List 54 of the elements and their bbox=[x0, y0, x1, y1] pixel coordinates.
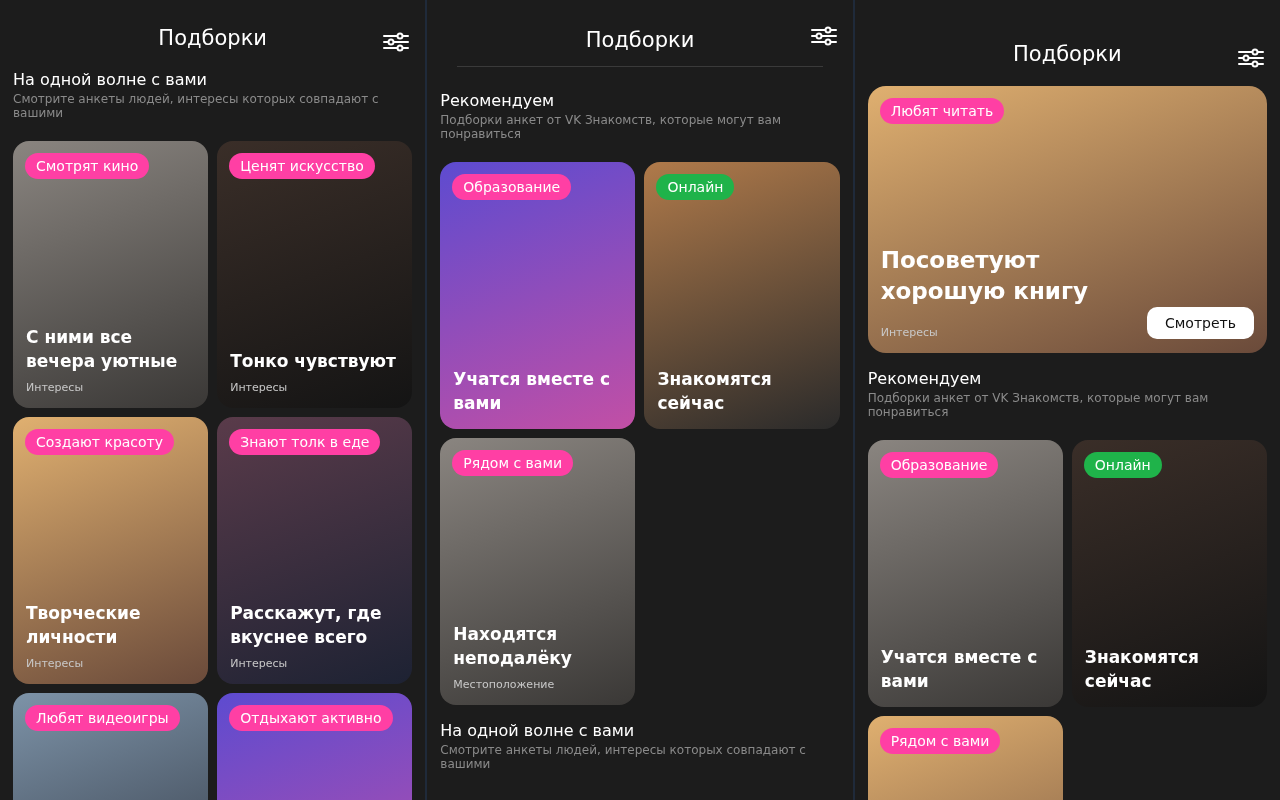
card-title: Тонко чувствуют bbox=[230, 349, 397, 373]
card-title: Учатся вместе с вами bbox=[880, 645, 1039, 693]
collection-card[interactable]: Смотрят кино С ними все вечера уютные Интересы bbox=[13, 140, 209, 408]
collection-card[interactable]: Образование Учатся вместе с вами bbox=[867, 439, 1063, 707]
tag-label: Онлайн bbox=[1083, 451, 1162, 478]
section-subtitle: Подборки анкет от VK Знакомств, которые могут вам понравиться bbox=[440, 113, 782, 142]
card-caption: Интересы bbox=[230, 656, 289, 670]
collection-card[interactable]: Ценят искусство Тонко чувствуют Интересы bbox=[217, 140, 413, 408]
tag-label: Рядом с вами bbox=[879, 727, 1001, 754]
section-title: Рекомендуем bbox=[867, 369, 983, 388]
tag-label: Ценят искусство bbox=[229, 152, 375, 179]
section-subtitle: Смотрите анкеты людей, интересы которых совпадают с вашими bbox=[440, 742, 807, 772]
tag-label: Онлайн bbox=[656, 173, 735, 200]
tag-label: Любят читать bbox=[879, 98, 1005, 124]
screen-title: Подборки bbox=[158, 26, 267, 50]
tag-label: Отдыхают активно bbox=[229, 704, 393, 731]
tag-label: Смотрят кино bbox=[25, 152, 150, 179]
tag-label: Знают толк в еде bbox=[229, 428, 381, 455]
tag-label: Образование bbox=[879, 451, 999, 478]
collection-card[interactable]: Онлайн Знакомятся сейчас bbox=[1071, 439, 1267, 707]
collection-card[interactable]: Рядом с вами Находятся неподалёку Местоположение bbox=[440, 437, 636, 705]
screen-title: Подборки bbox=[585, 28, 695, 52]
tag-label: Создают красоту bbox=[25, 428, 175, 455]
section-subtitle: Смотрите анкеты людей, интересы которых совпадают с вашими bbox=[13, 92, 380, 121]
card-title: Учатся вместе с вами bbox=[453, 367, 611, 415]
tag-label: Рядом с вами bbox=[452, 449, 574, 476]
banner-title: Посоветуют хорошую книгу bbox=[880, 246, 1089, 306]
collection-card[interactable]: Онлайн Знакомятся сейчас bbox=[644, 161, 840, 429]
card-title: Творческие личности bbox=[26, 601, 142, 649]
card-title: Находятся неподалёку bbox=[453, 622, 573, 670]
card-title: С ними все вечера уютные bbox=[26, 325, 179, 373]
collection-card[interactable]: Знают толк в еде Расскажут, где вкуснее всего Интересы bbox=[217, 416, 413, 684]
watch-button[interactable]: Смотреть bbox=[1147, 307, 1254, 339]
card-caption: Интересы bbox=[26, 656, 85, 670]
section-title: На одной волне с вами bbox=[13, 70, 208, 89]
card-caption: Интересы bbox=[880, 326, 938, 339]
filter-settings-icon[interactable] bbox=[383, 32, 410, 52]
screen-title: Подборки bbox=[1013, 42, 1122, 66]
card-caption: Интересы bbox=[26, 380, 85, 394]
section-subtitle: Подборки анкет от VK Знакомств, которые могут вам понравиться bbox=[867, 391, 1210, 420]
filter-settings-icon[interactable] bbox=[810, 26, 837, 46]
tag-label: Любят видеоигры bbox=[25, 704, 180, 731]
banner-card[interactable]: Любят читать Посоветуют хорошую книгу Интересы Смотреть bbox=[867, 86, 1267, 353]
card-caption: Местоположение bbox=[453, 677, 556, 691]
card-title: Знакомятся сейчас bbox=[1084, 645, 1200, 693]
section-title: Рекомендуем bbox=[440, 91, 556, 110]
card-title: Расскажут, где вкуснее всего bbox=[230, 601, 383, 649]
collection-card[interactable]: Образование Учатся вместе с вами bbox=[440, 161, 636, 429]
tag-label: Образование bbox=[452, 173, 572, 200]
card-title: Знакомятся сейчас bbox=[657, 367, 773, 415]
filter-settings-icon[interactable] bbox=[1238, 48, 1264, 68]
collection-card[interactable]: Создают красоту Творческие личности Интересы bbox=[13, 416, 209, 684]
card-caption: Интересы bbox=[230, 380, 289, 394]
section-title: На одной волне с вами bbox=[440, 720, 636, 740]
